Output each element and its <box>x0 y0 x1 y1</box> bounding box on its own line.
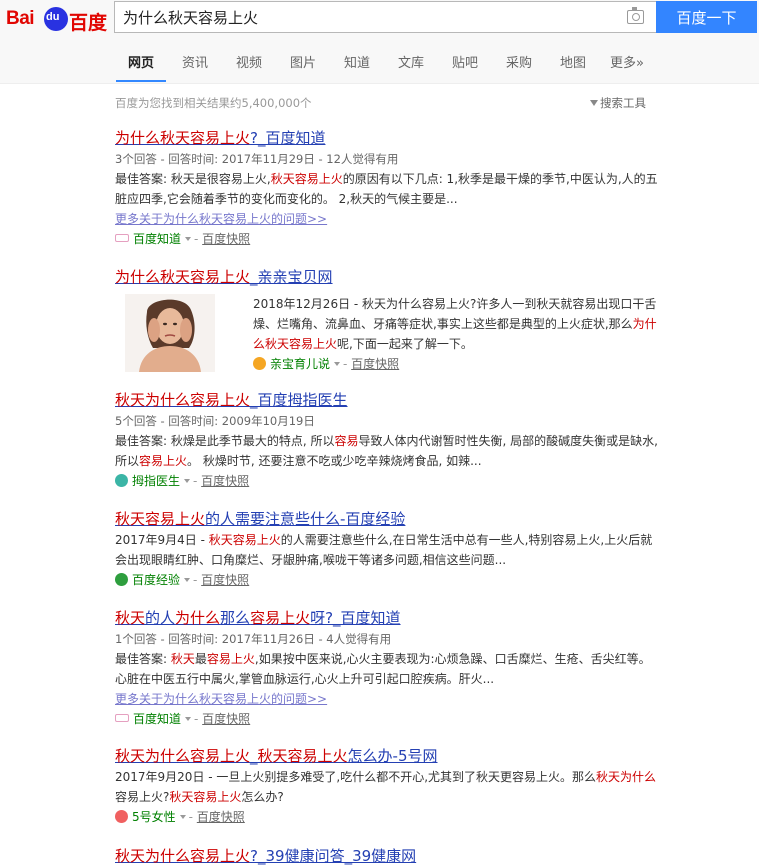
result-abstract: 2018年12月26日 - 秋天为什么容易上火?许多人一到秋天就容易出现口干舌燥… <box>253 297 657 351</box>
result-abstract: 最佳答案: 秋天是很容易上火,秋天容易上火的原因有以下几点: 1,秋季是最干燥的… <box>115 172 658 206</box>
active-tab-indicator <box>116 80 166 82</box>
result-title[interactable]: 秋天为什么容易上火?_39健康问答_39健康网 <box>115 846 660 866</box>
source-dropdown-icon[interactable] <box>334 362 341 366</box>
baidu-zhidao-icon <box>115 234 129 242</box>
result-title[interactable]: 为什么秋天容易上火?_百度知道 <box>115 128 660 148</box>
source-dropdown-icon[interactable] <box>184 479 191 483</box>
result-body: 2018年12月26日 - 秋天为什么容易上火?许多人一到秋天就容易出现口干舌燥… <box>253 294 661 375</box>
source-dropdown-icon[interactable] <box>184 578 191 582</box>
search-box <box>114 1 657 33</box>
qinbao-icon <box>253 357 266 370</box>
tab-zhidao[interactable]: 知道 <box>344 52 370 71</box>
result-count: 百度为您找到相关结果约5,400,000个 <box>115 96 312 110</box>
snapshot-link[interactable]: 百度快照 <box>201 573 249 587</box>
result-title[interactable]: 秋天容易上火的人需要注意些什么-百度经验 <box>115 509 660 529</box>
tab-tieba[interactable]: 贴吧 <box>452 52 478 71</box>
logo-text-baidu-cn: 百度 <box>69 13 108 34</box>
result-thumbnail[interactable] <box>125 294 215 372</box>
source-name[interactable]: 百度经验 <box>132 573 180 587</box>
result-meta: 1个回答 - 回答时间: 2017年11月26日 - 4人觉得有用 <box>115 632 392 646</box>
search-result: 秋天为什么容易上火_秋天容易上火怎么办-5号网 2017年9月20日 - 一旦上… <box>115 746 660 828</box>
source-name[interactable]: 5号女性 <box>132 810 176 824</box>
baidu-jingyan-icon <box>115 573 128 586</box>
snapshot-link[interactable]: 百度快照 <box>202 232 250 246</box>
result-abstract: 2017年9月4日 - 秋天容易上火的人需要注意些什么,在日常生活中总有一些人,… <box>115 533 653 567</box>
snapshot-link[interactable]: 百度快照 <box>201 474 249 488</box>
tab-news[interactable]: 资讯 <box>182 52 208 71</box>
more-questions-link[interactable]: 更多关于为什么秋天容易上火的问题>> <box>115 689 660 709</box>
result-meta: 5个回答 - 回答时间: 2009年10月19日 <box>115 414 315 428</box>
source-dropdown-icon[interactable] <box>179 815 186 819</box>
result-source: 亲宝育儿说 - 百度快照 <box>253 354 661 375</box>
result-abstract: 最佳答案: 秋燥是此季节最大的特点, 所以容易导致人体内代谢暂时性失衡, 局部的… <box>115 434 658 468</box>
result-title[interactable]: 秋天为什么容易上火_秋天容易上火怎么办-5号网 <box>115 746 660 766</box>
5hao-icon <box>115 810 128 823</box>
result-source: 百度知道 - 百度快照 <box>115 229 660 250</box>
tab-map[interactable]: 地图 <box>560 52 586 71</box>
search-button[interactable]: 百度一下 <box>656 1 757 33</box>
result-source: 5号女性 - 百度快照 <box>115 807 660 828</box>
logo-text-bai: Bai <box>6 8 35 29</box>
result-abstract: 最佳答案: 秋天最容易上火,如果按中医来说,心火主要表现为:心烦急躁、口舌糜烂、… <box>115 652 651 686</box>
filter-icon <box>590 100 598 106</box>
paw-text: du <box>46 11 60 23</box>
baidu-zhidao-icon <box>115 714 129 722</box>
result-source: 百度经验 - 百度快照 <box>115 570 660 591</box>
source-name[interactable]: 百度知道 <box>133 232 181 246</box>
header: Bai du 百度 百度一下 网页 资讯 视频 图片 知道 文库 贴吧 采购 地… <box>0 0 759 84</box>
search-result: 为什么秋天容易上火_亲亲宝贝网 2018年12月26日 - 秋天为什么容易上火?… <box>115 267 660 377</box>
tab-web[interactable]: 网页 <box>128 52 154 71</box>
search-tools-label: 搜索工具 <box>600 96 646 110</box>
baidu-logo[interactable]: Bai du 百度 <box>6 7 110 34</box>
result-title[interactable]: 为什么秋天容易上火_亲亲宝贝网 <box>115 267 660 287</box>
source-dropdown-icon[interactable] <box>185 717 192 721</box>
snapshot-link[interactable]: 百度快照 <box>351 357 399 371</box>
search-tools-button[interactable]: 搜索工具 <box>590 95 646 111</box>
woman-thumbnail-image <box>125 294 215 372</box>
result-title[interactable]: 秋天为什么容易上火_百度拇指医生 <box>115 390 660 410</box>
result-abstract: 2017年9月20日 - 一旦上火别提多难受了,吃什么都不开心,尤其到了秋天更容… <box>115 770 657 804</box>
source-name[interactable]: 百度知道 <box>133 712 181 726</box>
search-input[interactable] <box>123 6 613 28</box>
muzhi-doctor-icon <box>115 474 128 487</box>
source-dropdown-icon[interactable] <box>185 237 192 241</box>
camera-icon[interactable] <box>627 7 644 24</box>
tab-caigou[interactable]: 采购 <box>506 52 532 71</box>
search-result: 为什么秋天容易上火?_百度知道 3个回答 - 回答时间: 2017年11月29日… <box>115 128 660 250</box>
search-result: 秋天容易上火的人需要注意些什么-百度经验 2017年9月4日 - 秋天容易上火的… <box>115 509 660 591</box>
tab-images[interactable]: 图片 <box>290 52 316 71</box>
search-result: 秋天为什么容易上火_百度拇指医生 5个回答 - 回答时间: 2009年10月19… <box>115 390 660 492</box>
snapshot-link[interactable]: 百度快照 <box>197 810 245 824</box>
tab-more[interactable]: 更多» <box>610 52 644 71</box>
snapshot-link[interactable]: 百度快照 <box>202 712 250 726</box>
tab-wenku[interactable]: 文库 <box>398 52 424 71</box>
search-result: 秋天为什么容易上火?_39健康问答_39健康网 <box>115 846 660 866</box>
result-title[interactable]: 秋天的人为什么那么容易上火呀?_百度知道 <box>115 608 660 628</box>
source-name[interactable]: 亲宝育儿说 <box>270 357 330 371</box>
search-result: 秋天的人为什么那么容易上火呀?_百度知道 1个回答 - 回答时间: 2017年1… <box>115 608 660 730</box>
result-source: 百度知道 - 百度快照 <box>115 709 660 730</box>
tab-video[interactable]: 视频 <box>236 52 262 71</box>
result-source: 拇指医生 - 百度快照 <box>115 471 660 492</box>
source-name[interactable]: 拇指医生 <box>132 474 180 488</box>
result-meta: 3个回答 - 回答时间: 2017年11月29日 - 12人觉得有用 <box>115 152 399 166</box>
more-questions-link[interactable]: 更多关于为什么秋天容易上火的问题>> <box>115 209 660 229</box>
paw-icon: du <box>44 7 68 31</box>
